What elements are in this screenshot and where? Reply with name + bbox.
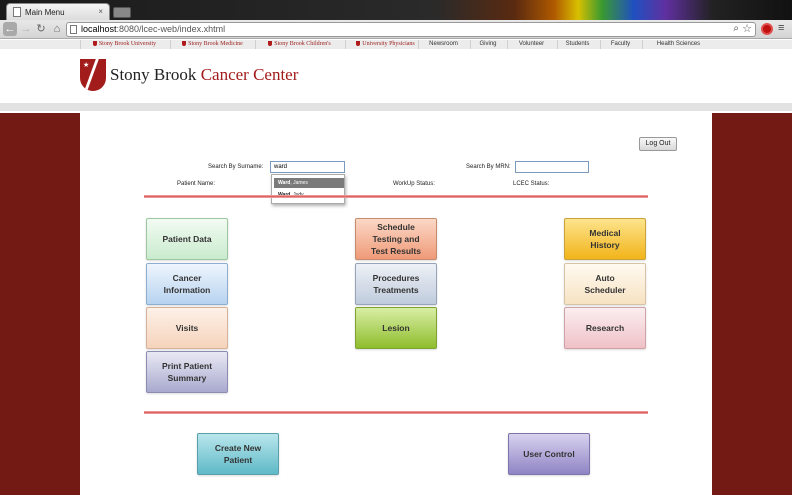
top-link-label: Students xyxy=(565,41,590,47)
top-link-label: Newsroom xyxy=(429,41,458,47)
option-first-name: , James xyxy=(290,180,308,186)
address-bar[interactable]: localhost:8080/lcec-web/index.xhtml ⌕ ☆ xyxy=(66,22,756,37)
visits-button[interactable]: Visits xyxy=(146,307,228,349)
url-text[interactable]: localhost:8080/lcec-web/index.xhtml xyxy=(81,24,225,34)
logo-text-accent: Cancer Center xyxy=(200,65,299,84)
site-logo[interactable]: Stony Brook Cancer Center xyxy=(80,58,298,92)
back-arrow-icon[interactable]: ← xyxy=(3,22,17,36)
button-label: User Control xyxy=(523,449,575,459)
auto-scheduler-button[interactable]: Auto Scheduler xyxy=(564,263,646,305)
top-link-label: Giving xyxy=(479,41,497,47)
menu-icon[interactable]: ≡ xyxy=(778,22,784,34)
top-link-faculty[interactable]: Faculty xyxy=(600,40,640,49)
tile-label: Patient Data xyxy=(162,234,212,244)
top-link-label: Faculty xyxy=(610,41,631,47)
tile-label: Visits xyxy=(175,323,199,333)
tile-label: Cancer Information xyxy=(163,273,211,295)
schedule-testing-button[interactable]: Schedule Testing and Test Results xyxy=(355,218,437,260)
top-link-stony-brook-children-s[interactable]: Stony Brook Children's xyxy=(255,40,343,49)
tile-label: Medical History xyxy=(589,228,621,250)
section-divider-bottom xyxy=(144,411,648,414)
research-button[interactable]: Research xyxy=(564,307,646,349)
procedures-treatments-button[interactable]: Procedures Treatments xyxy=(355,263,437,305)
top-link-giving[interactable]: Giving xyxy=(470,40,505,49)
browser-tab[interactable]: Main Menu × xyxy=(6,3,110,20)
tab-title: Main Menu xyxy=(25,7,65,17)
workup-status-label: WorkUp Status: xyxy=(393,181,435,187)
button-label: Create New Patient xyxy=(214,443,262,465)
top-link-label: Health Sciences xyxy=(656,41,701,47)
page-icon xyxy=(13,7,21,17)
top-link-label: Stony Brook Children's xyxy=(274,41,331,47)
top-link-newsroom[interactable]: Newsroom xyxy=(418,40,468,49)
logo-text-main: Stony Brook xyxy=(110,65,201,84)
mrn-search-input[interactable] xyxy=(515,161,589,173)
logo-text: Stony Brook Cancer Center xyxy=(110,65,298,85)
new-tab-button[interactable] xyxy=(113,7,131,18)
top-link-students[interactable]: Students xyxy=(557,40,597,49)
shield-icon xyxy=(268,41,273,47)
cancer-information-button[interactable]: Cancer Information xyxy=(146,263,228,305)
star-icon[interactable]: ☆ xyxy=(742,22,752,35)
top-link-stony-brook-university[interactable]: Stony Brook University xyxy=(80,40,168,49)
top-link-label: Stony Brook Medicine xyxy=(188,41,243,47)
surname-label: Search By Surname: xyxy=(208,164,264,170)
extension-icon[interactable] xyxy=(761,23,773,35)
tile-label: Procedures Treatments xyxy=(372,273,420,295)
tile-label: Auto Scheduler xyxy=(584,273,626,295)
tile-label: Lesion xyxy=(382,323,410,333)
home-icon[interactable]: ⌂ xyxy=(50,22,64,36)
header-divider xyxy=(0,103,792,111)
top-link-label: Stony Brook University xyxy=(98,41,157,47)
top-link-health-sciences[interactable]: Health Sciences xyxy=(642,40,714,49)
top-link-university-physicians[interactable]: University Physicians xyxy=(345,40,425,49)
logout-button[interactable]: Log Out xyxy=(639,137,677,151)
patient-data-button[interactable]: Patient Data xyxy=(146,218,228,260)
tile-label: Print Patient Summary xyxy=(161,361,213,383)
page-icon xyxy=(70,25,77,34)
print-patient-summary-button[interactable]: Print Patient Summary xyxy=(146,351,228,393)
close-icon[interactable]: × xyxy=(98,7,103,16)
left-side-panel xyxy=(0,113,80,495)
top-link-volunteer[interactable]: Volunteer xyxy=(507,40,555,49)
medical-history-button[interactable]: Medical History xyxy=(564,218,646,260)
top-link-bar: Stony Brook University Stony Brook Medici… xyxy=(0,40,792,49)
user-control-button[interactable]: User Control xyxy=(508,433,590,475)
create-new-patient-button[interactable]: Create New Patient xyxy=(197,433,279,475)
patient-name-label: Patient Name: xyxy=(177,181,216,187)
surname-autocomplete: Ward, James Ward, Judy xyxy=(271,174,345,204)
browser-titlebar: Main Menu × xyxy=(0,0,792,20)
forward-arrow-icon[interactable]: → xyxy=(19,22,33,36)
autocomplete-option[interactable]: Ward, James xyxy=(274,178,344,188)
top-link-stony-brook-medicine[interactable]: Stony Brook Medicine xyxy=(170,40,254,49)
reload-icon[interactable]: ↻ xyxy=(34,22,48,36)
shield-icon xyxy=(356,41,361,47)
right-side-panel xyxy=(712,113,792,495)
shield-icon xyxy=(182,41,187,47)
search-icon[interactable]: ⌕ xyxy=(733,23,739,34)
lesion-button[interactable]: Lesion xyxy=(355,307,437,349)
top-link-label: University Physicians xyxy=(362,41,415,47)
surname-search-input[interactable]: ward xyxy=(270,161,345,173)
tile-label: Research xyxy=(585,323,625,333)
section-divider-top xyxy=(144,195,648,198)
browser-toolbar: ← → ↻ ⌂ localhost:8080/lcec-web/index.xh… xyxy=(0,20,792,39)
top-link-label: Volunteer xyxy=(518,41,545,47)
tile-label: Schedule Testing and Test Results xyxy=(371,222,421,256)
shield-logo-icon xyxy=(80,59,106,91)
url-path: :8080/lcec-web/index.xhtml xyxy=(116,24,226,34)
lcec-status-label: LCEC Status: xyxy=(513,181,550,187)
option-last-name: Ward xyxy=(278,180,291,186)
shield-icon xyxy=(92,41,97,47)
url-host: localhost xyxy=(81,24,117,34)
mrn-label: Search By MRN: xyxy=(466,164,511,170)
